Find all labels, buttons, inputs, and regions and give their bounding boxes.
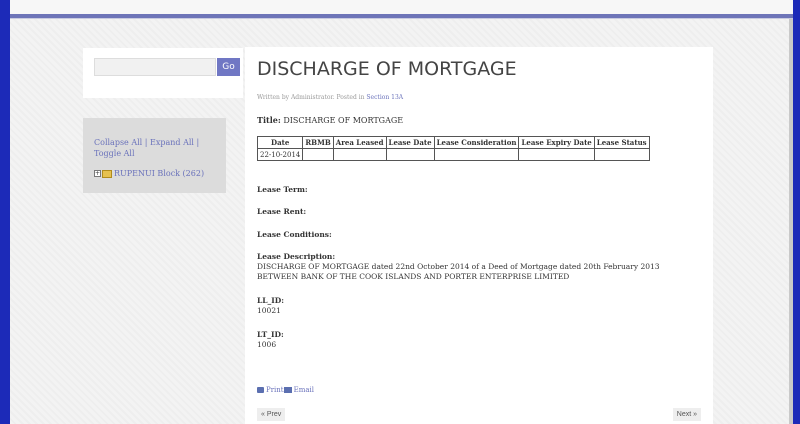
table-header-row: Date RBMB Area Leased Lease Date Lease C… xyxy=(256,136,650,149)
lease-description-label: Lease Description: xyxy=(257,252,336,261)
tree-panel: Collapse All | Expand All | Toggle All +… xyxy=(83,118,226,193)
col-rbmb: RBMB xyxy=(302,136,334,149)
tree-node-rupenui-block[interactable]: + RUPENUI Block (262) xyxy=(94,169,204,178)
lt-id-label: LT_ID: xyxy=(257,330,284,339)
tree-controls: Collapse All | Expand All | Toggle All xyxy=(94,137,218,159)
separator: | xyxy=(196,138,200,147)
col-lease-date: Lease Date xyxy=(385,136,435,149)
print-email-links: Print Email xyxy=(257,386,314,394)
meta-prefix: Written by Administrator. Posted in xyxy=(257,94,367,101)
table-cell xyxy=(332,148,387,161)
title-label: Title: xyxy=(257,115,281,125)
article-panel: DISCHARGE OF MORTGAGE Written by Adminis… xyxy=(245,47,713,424)
table-row: 22-10-2014 xyxy=(256,148,650,161)
ll-id-value: 10021 xyxy=(257,306,281,315)
col-date: Date xyxy=(256,136,304,149)
window-frame-right xyxy=(793,0,800,424)
header-divider-thin xyxy=(10,18,793,19)
lease-description-text: DISCHARGE OF MORTGAGE dated 22nd October… xyxy=(257,262,660,281)
col-lease-status: Lease Status xyxy=(593,136,650,149)
title-value: DISCHARGE OF MORTGAGE xyxy=(283,116,404,125)
article-meta: Written by Administrator. Posted in Sect… xyxy=(257,94,403,101)
table-cell xyxy=(433,148,520,161)
lt-id-value: 1006 xyxy=(257,340,277,349)
lease-rent-field: Lease Rent: xyxy=(257,207,697,217)
table-cell: 22-10-2014 xyxy=(256,148,304,161)
print-link[interactable]: Print xyxy=(266,386,284,394)
prev-button[interactable]: « Prev xyxy=(257,408,286,421)
search-input[interactable] xyxy=(94,58,216,76)
separator: | xyxy=(144,138,148,147)
page-title: DISCHARGE OF MORTGAGE xyxy=(257,58,517,80)
lease-rent-label: Lease Rent: xyxy=(257,207,307,216)
tree-node-label[interactable]: RUPENUI Block (262) xyxy=(114,169,204,178)
ll-id-field: LL_ID: 10021 xyxy=(257,296,697,316)
ll-id-label: LL_ID: xyxy=(257,296,285,305)
category-link[interactable]: Section 13A xyxy=(366,94,403,101)
email-link[interactable]: Email xyxy=(294,386,314,394)
lease-conditions-label: Lease Conditions: xyxy=(257,230,332,239)
table-cell xyxy=(385,148,435,161)
scrollbar-track[interactable] xyxy=(789,19,793,424)
go-button[interactable]: Go xyxy=(217,58,240,76)
printer-icon[interactable] xyxy=(257,387,264,393)
table-cell xyxy=(302,148,334,161)
next-button[interactable]: Next » xyxy=(672,408,701,421)
window-frame-left xyxy=(0,0,10,424)
table-cell xyxy=(518,148,595,161)
expand-plus-icon[interactable]: + xyxy=(94,170,101,177)
table-cell xyxy=(593,148,650,161)
mail-icon[interactable] xyxy=(283,387,292,393)
folder-icon xyxy=(102,169,112,178)
col-lease-expiry-date: Lease Expiry Date xyxy=(518,136,595,149)
lease-term-label: Lease Term: xyxy=(257,185,308,194)
expand-all-link[interactable]: Expand All xyxy=(150,138,194,147)
col-lease-consideration: Lease Consideration xyxy=(433,136,520,149)
col-area-leased: Area Leased xyxy=(332,136,387,149)
lease-term-field: Lease Term: xyxy=(257,185,697,195)
title-field: Title: DISCHARGE OF MORTGAGE xyxy=(257,115,403,125)
lease-table: Date RBMB Area Leased Lease Date Lease C… xyxy=(256,136,650,161)
lease-conditions-field: Lease Conditions: xyxy=(257,230,697,240)
lease-description-field: Lease Description: DISCHARGE OF MORTGAGE… xyxy=(257,252,697,282)
top-bar xyxy=(10,0,793,14)
toggle-all-link[interactable]: Toggle All xyxy=(94,149,135,158)
collapse-all-link[interactable]: Collapse All xyxy=(94,138,142,147)
lt-id-field: LT_ID: 1006 xyxy=(257,330,697,350)
search-panel: Go xyxy=(83,48,243,98)
